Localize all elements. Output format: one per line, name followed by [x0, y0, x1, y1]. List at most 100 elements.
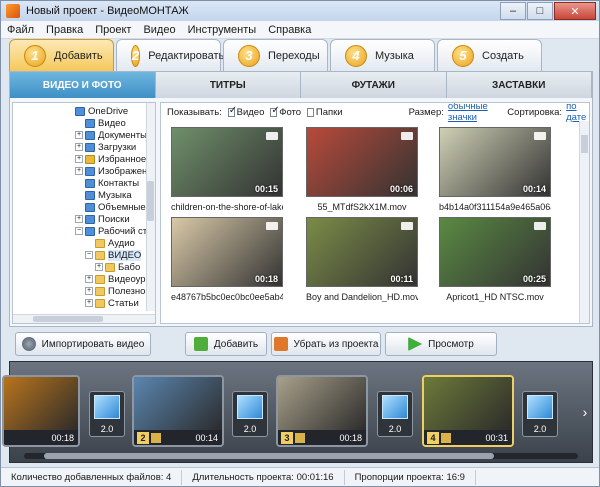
tab-edit[interactable]: 2 Редактировать	[116, 39, 224, 71]
tree-item[interactable]: − Рабочий ст	[75, 225, 147, 237]
expand-icon[interactable]: +	[85, 299, 93, 307]
menu-edit[interactable]: Правка	[46, 24, 83, 36]
clip-info-bar: 00:18	[4, 430, 78, 445]
transition-slot[interactable]: 2.0	[232, 391, 268, 437]
photo-checkbox[interactable]	[270, 105, 280, 117]
tab-add[interactable]: 1 Добавить	[9, 39, 114, 71]
expand-icon[interactable]: +	[75, 215, 83, 223]
scroll-thumb[interactable]	[33, 316, 103, 322]
documents-icon	[85, 130, 95, 140]
video-checkbox[interactable]	[227, 105, 237, 117]
tab-create[interactable]: 5 Создать	[437, 39, 542, 71]
close-button[interactable]: ✕	[554, 2, 596, 20]
tree-vertical-scrollbar[interactable]	[146, 103, 155, 311]
tree-item-selected[interactable]: − ВИДЕО	[85, 249, 142, 261]
tree-item[interactable]: + Избранное	[75, 153, 146, 165]
timeline-clip[interactable]: 3 00:18	[276, 375, 368, 447]
expand-icon[interactable]: +	[75, 155, 83, 163]
transition-icon	[527, 395, 553, 419]
subtab-footage[interactable]: ФУТАЖИ	[301, 72, 447, 98]
expand-icon[interactable]: +	[75, 167, 83, 175]
files-vertical-scrollbar[interactable]	[579, 121, 589, 323]
transition-slot[interactable]: 2.0	[522, 391, 558, 437]
transition-icon	[94, 395, 120, 419]
file-thumbnail[interactable]: 00:15 children-on-the-shore-of-lake-XUQ.…	[171, 127, 283, 212]
file-thumbnail[interactable]: 00:18 e48767b5bc0ec0bc0ee5ab497e20...	[171, 217, 283, 302]
folder-icon	[95, 286, 105, 296]
status-bar: Количество добавленных файлов: 4 Длитель…	[1, 467, 599, 486]
subtab-titles[interactable]: ТИТРЫ	[155, 72, 301, 98]
camera-icon	[534, 132, 546, 140]
file-thumbnail[interactable]: 00:06 55_MTdfS2kX1M.mov	[306, 127, 418, 212]
scroll-thumb[interactable]	[147, 181, 154, 221]
tree-item[interactable]: Контакты	[85, 177, 139, 189]
maximize-button[interactable]: □	[527, 2, 553, 20]
edit-pencil-icon[interactable]	[295, 432, 305, 443]
subtab-video-photo[interactable]: ВИДЕО И ФОТО	[10, 72, 156, 98]
tree-item[interactable]: Объемные	[85, 201, 146, 213]
file-thumbnail[interactable]: 00:11 Boy and Dandelion_HD.mov	[306, 217, 418, 302]
subtab-intros[interactable]: ЗАСТАВКИ	[446, 72, 592, 98]
tree-item[interactable]: Аудио	[95, 237, 135, 249]
tree-item[interactable]: + Поиски	[75, 213, 130, 225]
edit-pencil-icon[interactable]	[441, 432, 451, 443]
sort-link[interactable]: по дате	[566, 103, 589, 123]
timeline-clip-selected[interactable]: 4 00:31	[422, 375, 514, 447]
menu-tools[interactable]: Инструменты	[188, 24, 257, 36]
tree-item[interactable]: Видео	[85, 117, 126, 129]
tree-item[interactable]: + Видеоур	[85, 273, 146, 285]
collapse-icon[interactable]: −	[85, 251, 93, 259]
folders-checkbox[interactable]	[307, 107, 314, 117]
timeline-scrollbar[interactable]	[24, 453, 578, 459]
expand-icon[interactable]: +	[95, 263, 103, 271]
expand-icon[interactable]: +	[85, 275, 93, 283]
sort-label: Сортировка:	[507, 106, 563, 118]
timeline-clip[interactable]: 00:18	[2, 375, 80, 447]
tree-item[interactable]: + Загрузки	[75, 141, 136, 153]
remove-from-project-button[interactable]: Убрать из проекта	[271, 332, 381, 356]
expand-icon[interactable]: +	[75, 143, 83, 151]
tree-item[interactable]: + Полезно	[85, 285, 145, 297]
transition-slot[interactable]: 2.0	[377, 391, 413, 437]
transition-slot[interactable]: 2.0	[89, 391, 125, 437]
tree-item[interactable]: + Изображения	[75, 165, 155, 177]
scroll-right-icon[interactable]: ›	[579, 392, 591, 432]
size-link[interactable]: обычные значки	[448, 103, 497, 123]
add-button[interactable]: Добавить	[185, 332, 267, 356]
expand-icon[interactable]: +	[75, 131, 83, 139]
tree-item[interactable]: OneDrive	[75, 105, 128, 117]
title-bar: Новый проект - ВидеоМОНТАЖ – □ ✕	[1, 1, 599, 21]
import-video-button[interactable]: Импортировать видео	[15, 332, 151, 356]
menu-project[interactable]: Проект	[95, 24, 131, 36]
show-label: Показывать:	[167, 106, 222, 118]
tree-item[interactable]: Музыка	[85, 189, 132, 201]
tree-horizontal-scrollbar[interactable]	[13, 314, 155, 323]
transition-icon	[382, 395, 408, 419]
file-name: e48767b5bc0ec0bc0ee5ab497e20...	[171, 292, 283, 302]
tab-transitions[interactable]: 3 Переходы	[223, 39, 328, 71]
collapse-icon[interactable]: −	[75, 227, 83, 235]
preview-button[interactable]: Просмотр	[385, 332, 497, 356]
file-thumbnail[interactable]: 00:25 Apricot1_HD NTSC.mov	[439, 217, 551, 302]
folder-tree: OneDrive Видео + Документы + Загрузки + Изб…	[12, 102, 156, 324]
clip-info-bar: 2 00:14	[134, 430, 222, 445]
menu-file[interactable]: Файл	[7, 24, 34, 36]
scroll-thumb[interactable]	[44, 453, 494, 459]
tab-music[interactable]: 4 Музыка	[330, 39, 435, 71]
menu-help[interactable]: Справка	[268, 24, 311, 36]
tree-item[interactable]: + Бабо	[95, 261, 140, 273]
timeline-clip[interactable]: 2 00:14	[132, 375, 224, 447]
minimize-button[interactable]: –	[500, 2, 526, 20]
menu-video[interactable]: Видео	[143, 24, 175, 36]
scroll-thumb[interactable]	[581, 135, 588, 153]
edit-pencil-icon[interactable]	[151, 432, 161, 443]
play-icon	[408, 337, 423, 351]
step-number-badge: 5	[452, 44, 474, 67]
folder-icon	[95, 238, 105, 248]
step-label: Музыка	[375, 49, 414, 62]
tree-item[interactable]: + Статьи	[85, 297, 139, 309]
folder-icon	[95, 298, 105, 308]
tree-item[interactable]: + Документы	[75, 129, 147, 141]
expand-icon[interactable]: +	[85, 287, 93, 295]
file-thumbnail[interactable]: 00:14 b4b14a0f311154a9e465a06a3b1e4c59.m…	[439, 127, 551, 212]
